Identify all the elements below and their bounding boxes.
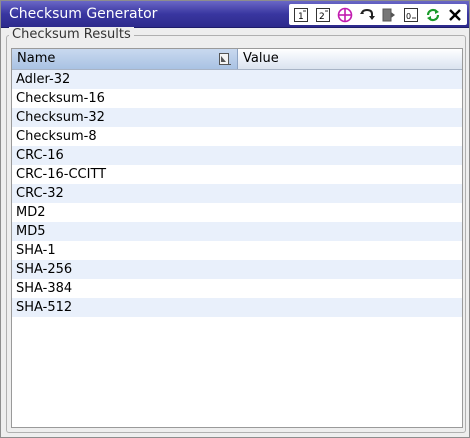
checksum-name-cell: Checksum-16 [16, 91, 105, 106]
checksum-value-cell [242, 298, 460, 317]
checksum-name-cell: Checksum-32 [16, 110, 105, 125]
checksum-name-cell: CRC-16 [16, 148, 64, 163]
checksum-table[interactable]: Name Value Adler-32 Checksum-16 Checksum… [11, 48, 463, 428]
crosshair-icon[interactable] [335, 5, 355, 25]
close-icon[interactable] [445, 5, 465, 25]
checksum-name-cell: SHA-256 [16, 262, 73, 277]
table-row[interactable]: SHA-384 [12, 279, 462, 298]
table-body: Adler-32 Checksum-16 Checksum-32 Checksu… [12, 70, 462, 317]
checksum-value-cell [242, 241, 460, 260]
checksum-value-cell [242, 279, 460, 298]
checksum-name-cell: CRC-16-CCITT [16, 167, 107, 182]
table-row[interactable]: CRC-32 [12, 184, 462, 203]
checksum-name-cell: Checksum-8 [16, 129, 97, 144]
table-row[interactable]: SHA-512 [12, 298, 462, 317]
checksum-value-cell [242, 108, 460, 127]
table-header: Name Value [12, 49, 462, 70]
document-icon[interactable]: 0 [401, 5, 421, 25]
page-icon[interactable] [379, 5, 399, 25]
column-header-name-label: Name [17, 51, 56, 66]
checksum-value-cell [242, 222, 460, 241]
table-row[interactable]: Checksum-16 [12, 89, 462, 108]
checksum-value-cell [242, 70, 460, 89]
checksum-value-cell [242, 127, 460, 146]
checksum-value-cell [242, 146, 460, 165]
checksum-name-cell: MD5 [16, 224, 46, 239]
title-bar[interactable]: Checksum Generator 1 2 0 [1, 1, 469, 28]
checksum-generator-window: Checksum Generator 1 2 0 Checksum Result… [0, 0, 470, 438]
svg-text:1: 1 [298, 12, 304, 22]
checksum-name-cell: SHA-384 [16, 281, 73, 296]
checksum-value-cell [242, 203, 460, 222]
window-title: Checksum Generator [9, 6, 158, 22]
column-header-value[interactable]: Value [238, 49, 462, 69]
table-row[interactable]: SHA-256 [12, 260, 462, 279]
table-row[interactable]: Checksum-32 [12, 108, 462, 127]
checksum-name-cell: SHA-512 [16, 300, 73, 315]
column-header-name[interactable]: Name [12, 49, 238, 69]
svg-text:2: 2 [319, 12, 325, 22]
checksum-value-cell [242, 165, 460, 184]
group-title: Checksum Results [9, 27, 134, 43]
table-row[interactable]: CRC-16-CCITT [12, 165, 462, 184]
table-row[interactable]: MD2 [12, 203, 462, 222]
text-two-icon[interactable]: 2 [313, 5, 333, 25]
title-toolbar: 1 2 0 [289, 4, 467, 25]
table-row[interactable]: SHA-1 [12, 241, 462, 260]
table-row[interactable]: CRC-16 [12, 146, 462, 165]
text-one-icon[interactable]: 1 [291, 5, 311, 25]
checksum-value-cell [242, 89, 460, 108]
column-header-value-label: Value [243, 51, 279, 66]
undo-arrow-icon[interactable] [357, 5, 377, 25]
table-row[interactable]: Adler-32 [12, 70, 462, 89]
checksum-value-cell [242, 184, 460, 203]
table-row[interactable]: MD5 [12, 222, 462, 241]
sort-icon [219, 53, 231, 65]
checksum-name-cell: Adler-32 [16, 72, 71, 87]
checksum-value-cell [242, 260, 460, 279]
svg-text:0: 0 [406, 12, 411, 21]
checksum-name-cell: CRC-32 [16, 186, 64, 201]
checksum-name-cell: SHA-1 [16, 243, 56, 258]
refresh-icon[interactable] [423, 5, 443, 25]
table-row[interactable]: Checksum-8 [12, 127, 462, 146]
checksum-name-cell: MD2 [16, 205, 46, 220]
